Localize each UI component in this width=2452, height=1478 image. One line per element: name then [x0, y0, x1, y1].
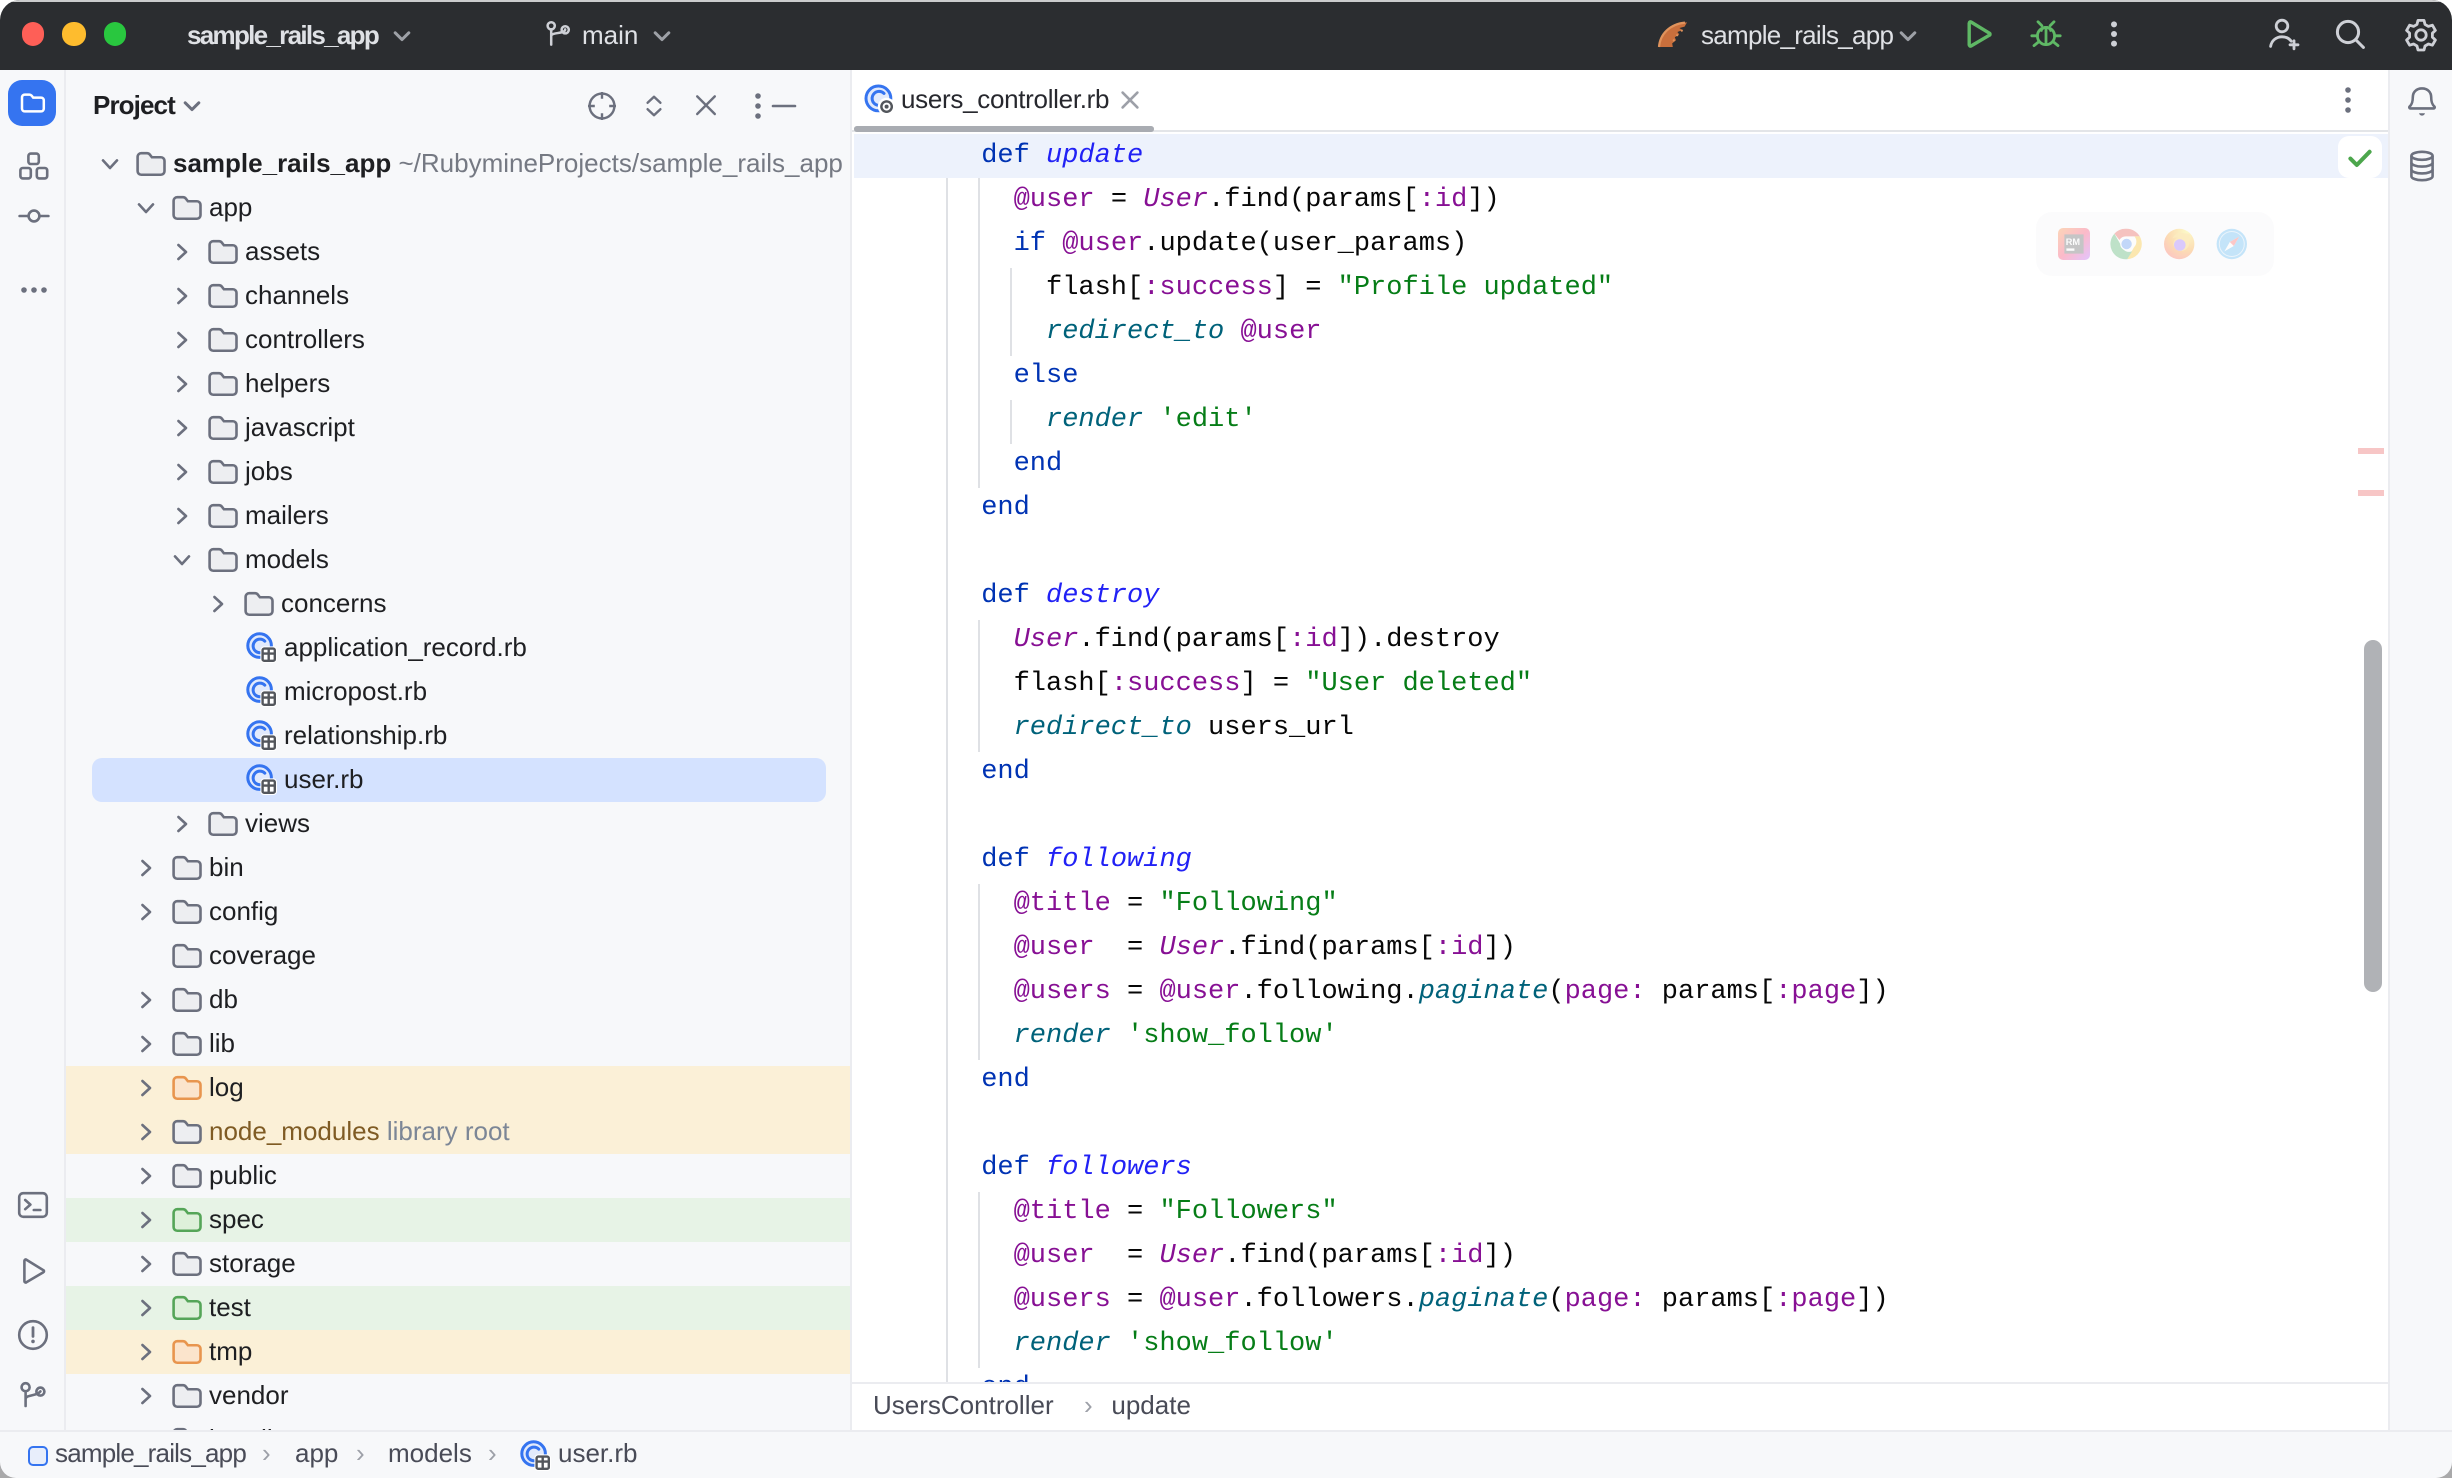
- svg-text:RM: RM: [2065, 237, 2080, 247]
